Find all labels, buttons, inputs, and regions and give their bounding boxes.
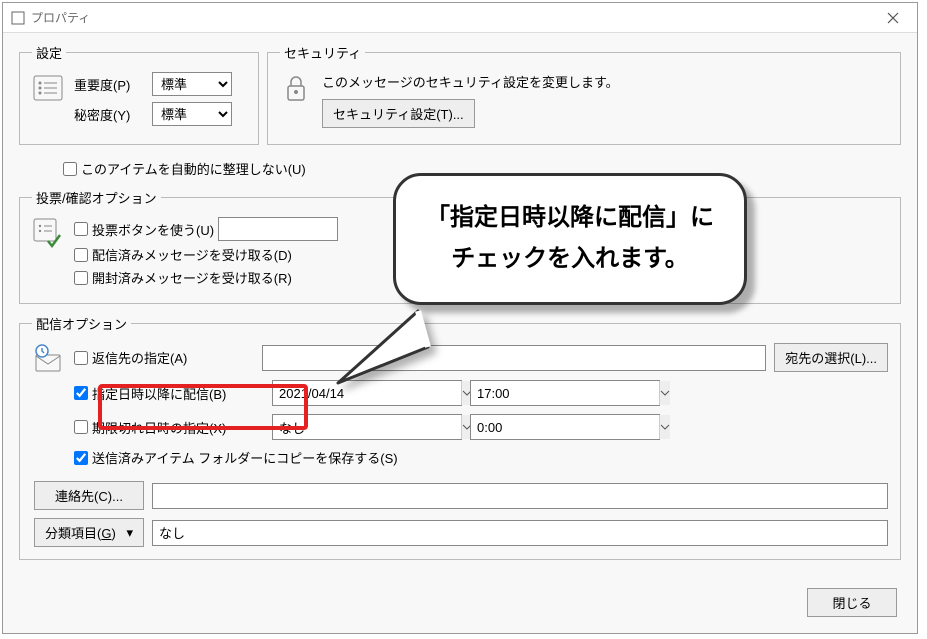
read-receipt-label: 開封済みメッセージを受け取る(R) xyxy=(92,268,292,287)
clock-envelope-icon xyxy=(32,343,64,375)
delay-time-input[interactable] xyxy=(471,381,659,405)
contacts-button[interactable]: 連絡先(C)... xyxy=(34,481,144,510)
list-icon xyxy=(32,72,64,104)
auto-organize-checkbox[interactable] xyxy=(63,162,77,176)
security-legend: セキュリティ xyxy=(280,43,365,62)
importance-label: 重要度(P) xyxy=(74,75,144,94)
reply-to-checkbox[interactable] xyxy=(74,351,88,365)
chevron-down-icon[interactable] xyxy=(659,415,670,439)
window-title: プロパティ xyxy=(31,9,90,26)
voting-buttons-label: 投票ボタンを使う(U) xyxy=(92,220,214,239)
save-sent-checkbox[interactable] xyxy=(74,451,88,465)
expire-label: 期限切れ日時の指定(X) xyxy=(92,418,226,437)
close-icon xyxy=(887,12,899,24)
app-icon xyxy=(11,11,25,25)
chevron-down-icon[interactable] xyxy=(659,381,670,405)
categories-button[interactable]: 分類項目(G) ▾ xyxy=(34,518,144,547)
delay-time-combo[interactable] xyxy=(470,380,660,406)
close-button[interactable] xyxy=(873,5,913,31)
dialog-content: 設定 重要度(P) 標準 秘密度(Y) xyxy=(3,33,917,580)
reply-to-label: 返信先の指定(A) xyxy=(92,348,187,367)
delivery-receipt-label: 配信済みメッセージを受け取る(D) xyxy=(92,245,292,264)
voting-input[interactable] xyxy=(218,217,338,241)
security-settings-button[interactable]: セキュリティ設定(T)... xyxy=(322,99,475,128)
settings-legend: 設定 xyxy=(32,43,66,62)
caret-down-icon: ▾ xyxy=(126,525,133,541)
contacts-input[interactable] xyxy=(152,483,888,509)
lock-icon xyxy=(280,72,312,104)
callout-line2: チェックを入れます。 xyxy=(426,239,714,280)
confidentiality-label: 秘密度(Y) xyxy=(74,105,144,124)
titlebar: プロパティ xyxy=(3,3,917,33)
expire-time-combo[interactable] xyxy=(470,414,660,440)
close-dialog-button[interactable]: 閉じる xyxy=(807,588,897,617)
callout-tail xyxy=(333,303,433,393)
select-names-button[interactable]: 宛先の選択(L)... xyxy=(774,343,888,372)
delay-delivery-label: 指定日時以降に配信(B) xyxy=(92,384,226,403)
callout-bubble: 「指定日時以降に配信」に チェックを入れます。 xyxy=(393,173,747,305)
expire-date-input[interactable] xyxy=(273,415,461,439)
expire-date-combo[interactable] xyxy=(272,414,462,440)
delivery-group: 配信オプション 返信先の指定(A) 宛先の選択(L)... xyxy=(19,314,901,560)
settings-group: 設定 重要度(P) 標準 秘密度(Y) xyxy=(19,43,259,145)
security-group: セキュリティ このメッセージのセキュリティ設定を変更します。 セキュリティ設定(… xyxy=(267,43,901,145)
read-receipt-checkbox[interactable] xyxy=(74,271,88,285)
categories-input[interactable] xyxy=(152,520,888,546)
callout: 「指定日時以降に配信」に チェックを入れます。 xyxy=(393,173,747,305)
delivery-receipt-checkbox[interactable] xyxy=(74,248,88,262)
delivery-legend: 配信オプション xyxy=(32,314,131,333)
voting-buttons-checkbox[interactable] xyxy=(74,222,88,236)
categories-button-label: 分類項目(G) xyxy=(45,523,116,542)
expire-checkbox[interactable] xyxy=(74,420,88,434)
save-sent-label: 送信済みアイテム フォルダーにコピーを保存する(S) xyxy=(92,448,398,467)
importance-select[interactable]: 標準 xyxy=(152,72,232,96)
security-description: このメッセージのセキュリティ設定を変更します。 xyxy=(322,72,619,91)
delay-delivery-checkbox[interactable] xyxy=(74,386,88,400)
confidentiality-select[interactable]: 標準 xyxy=(152,102,232,126)
callout-line1: 「指定日時以降に配信」に xyxy=(426,198,714,239)
voting-legend: 投票/確認オプション xyxy=(32,188,161,207)
auto-organize-label: このアイテムを自動的に整理しない(U) xyxy=(81,159,306,178)
expire-time-input[interactable] xyxy=(471,415,659,439)
checklist-icon xyxy=(32,217,64,249)
properties-window: プロパティ 設定 重要度(P) 標準 xyxy=(2,2,918,634)
